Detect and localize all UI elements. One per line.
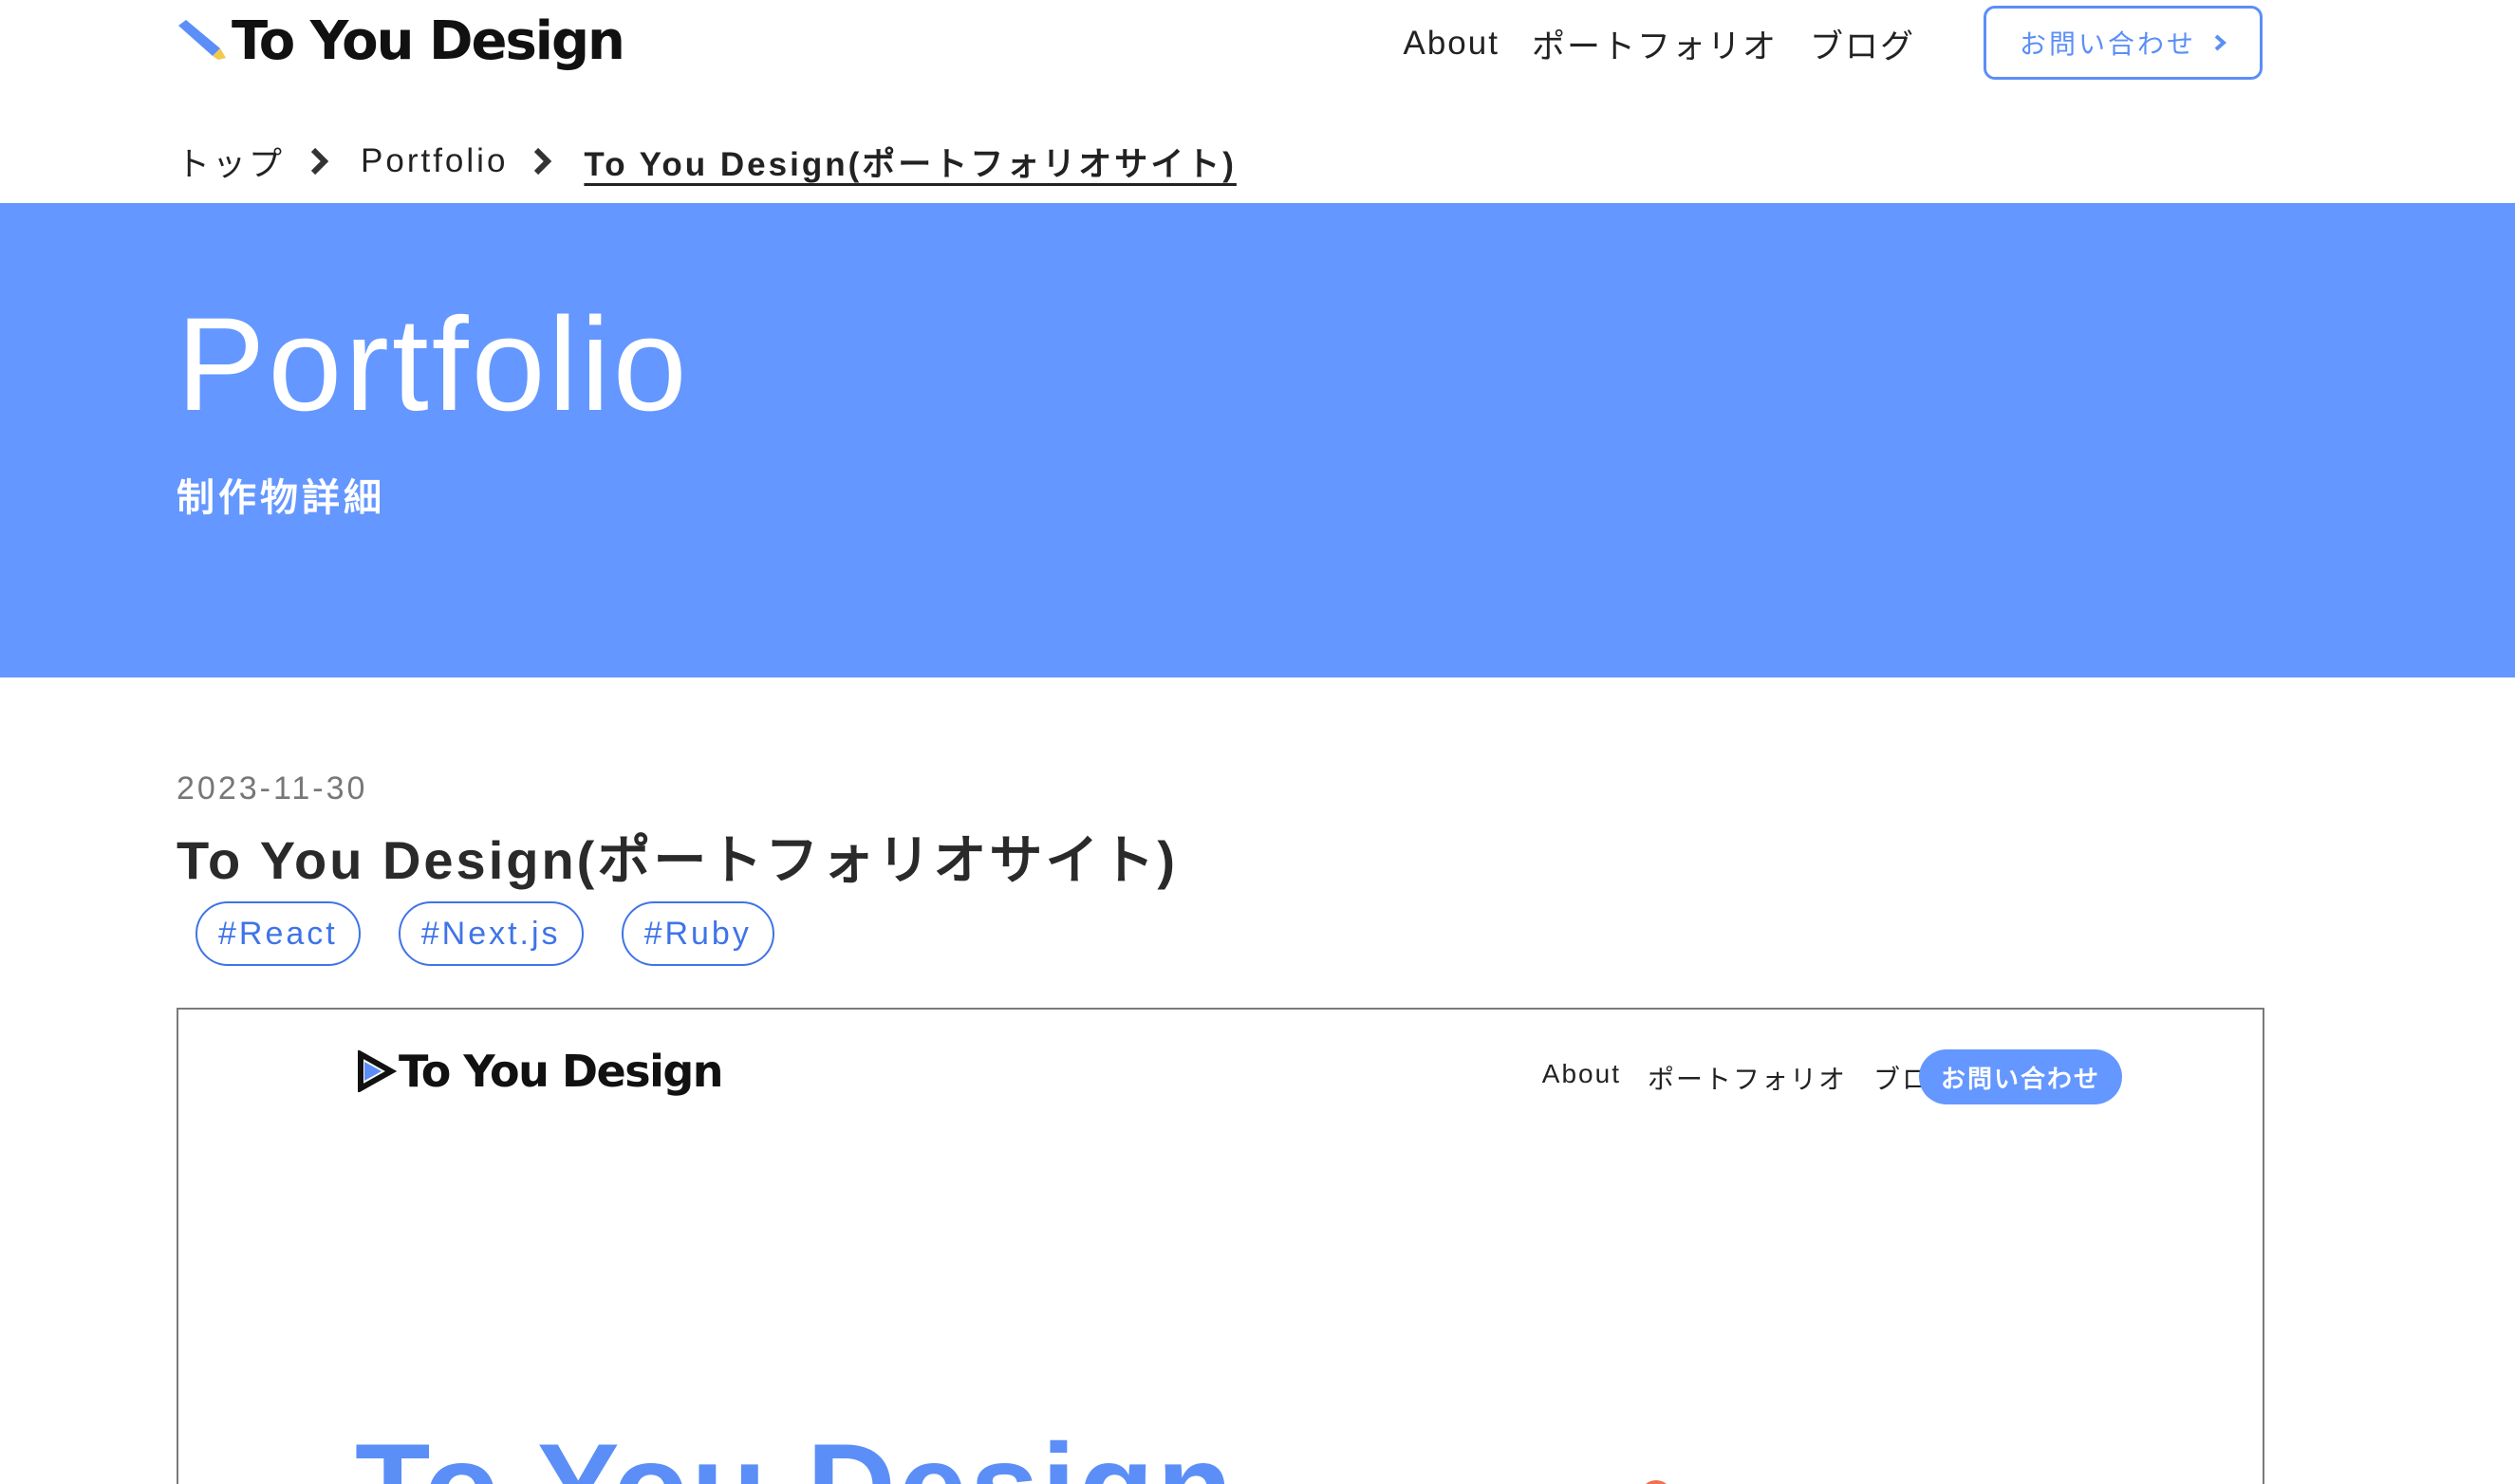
screenshot-logo: To You Design (355, 1046, 724, 1097)
nav-about[interactable]: About (1404, 25, 1500, 63)
breadcrumb-current[interactable]: To You Design(ポートフォリオサイト) (584, 138, 1236, 186)
main-nav: About ポートフォリオ ブログ (1404, 15, 1916, 72)
play-logo-icon (358, 1050, 397, 1092)
contact-button-label: お問い合わせ (2019, 29, 2196, 59)
screenshot-hero-text: To You Design (355, 1425, 1235, 1484)
chevron-right-icon (310, 147, 329, 176)
breadcrumb-portfolio[interactable]: Portfolio (361, 142, 508, 180)
page-title: Portfolio (177, 289, 690, 438)
screenshot-nav-about: About (1541, 1059, 1621, 1088)
screenshot-nav-portfolio: ポートフォリオ (1647, 1065, 1847, 1094)
pencil-icon (178, 20, 226, 60)
nav-portfolio[interactable]: ポートフォリオ (1532, 20, 1778, 68)
screenshot-decoration (1640, 1480, 1672, 1484)
page-subtitle: 制作物詳細 (177, 477, 385, 519)
nav-blog[interactable]: ブログ (1810, 20, 1915, 68)
post-date: 2023-11-30 (177, 770, 368, 807)
chevron-right-icon (2214, 34, 2226, 51)
breadcrumb-home[interactable]: トップ (177, 138, 285, 186)
tag-nextjs[interactable]: #Next.js (398, 901, 584, 966)
tag-ruby[interactable]: #Ruby (621, 901, 774, 966)
screenshot-logo-text: To You Design (399, 1046, 724, 1097)
breadcrumb: トップ Portfolio To You Design(ポートフォリオサイト) (177, 137, 1237, 186)
portfolio-screenshot: To You Design About ポートフォリオ ブログ お問い合わせ T… (177, 1008, 2264, 1484)
hero-banner: Portfolio 制作物詳細 (0, 203, 2515, 677)
logo-text: To You Design (232, 9, 625, 72)
screenshot-contact-button: お問い合わせ (1919, 1049, 2122, 1104)
contact-button[interactable]: お問い合わせ (1984, 6, 2263, 80)
site-logo[interactable]: To You Design (177, 8, 625, 74)
chevron-right-icon (534, 147, 552, 176)
screenshot-nav: About ポートフォリオ ブログ (1542, 1059, 1959, 1097)
page: To You Design About ポートフォリオ ブログ お問い合わせ ト… (0, 0, 2515, 1484)
tag-list: #React #Next.js #Ruby (196, 901, 774, 966)
post-title: To You Design(ポートフォリオサイト) (177, 830, 1178, 890)
tag-react[interactable]: #React (196, 901, 361, 966)
